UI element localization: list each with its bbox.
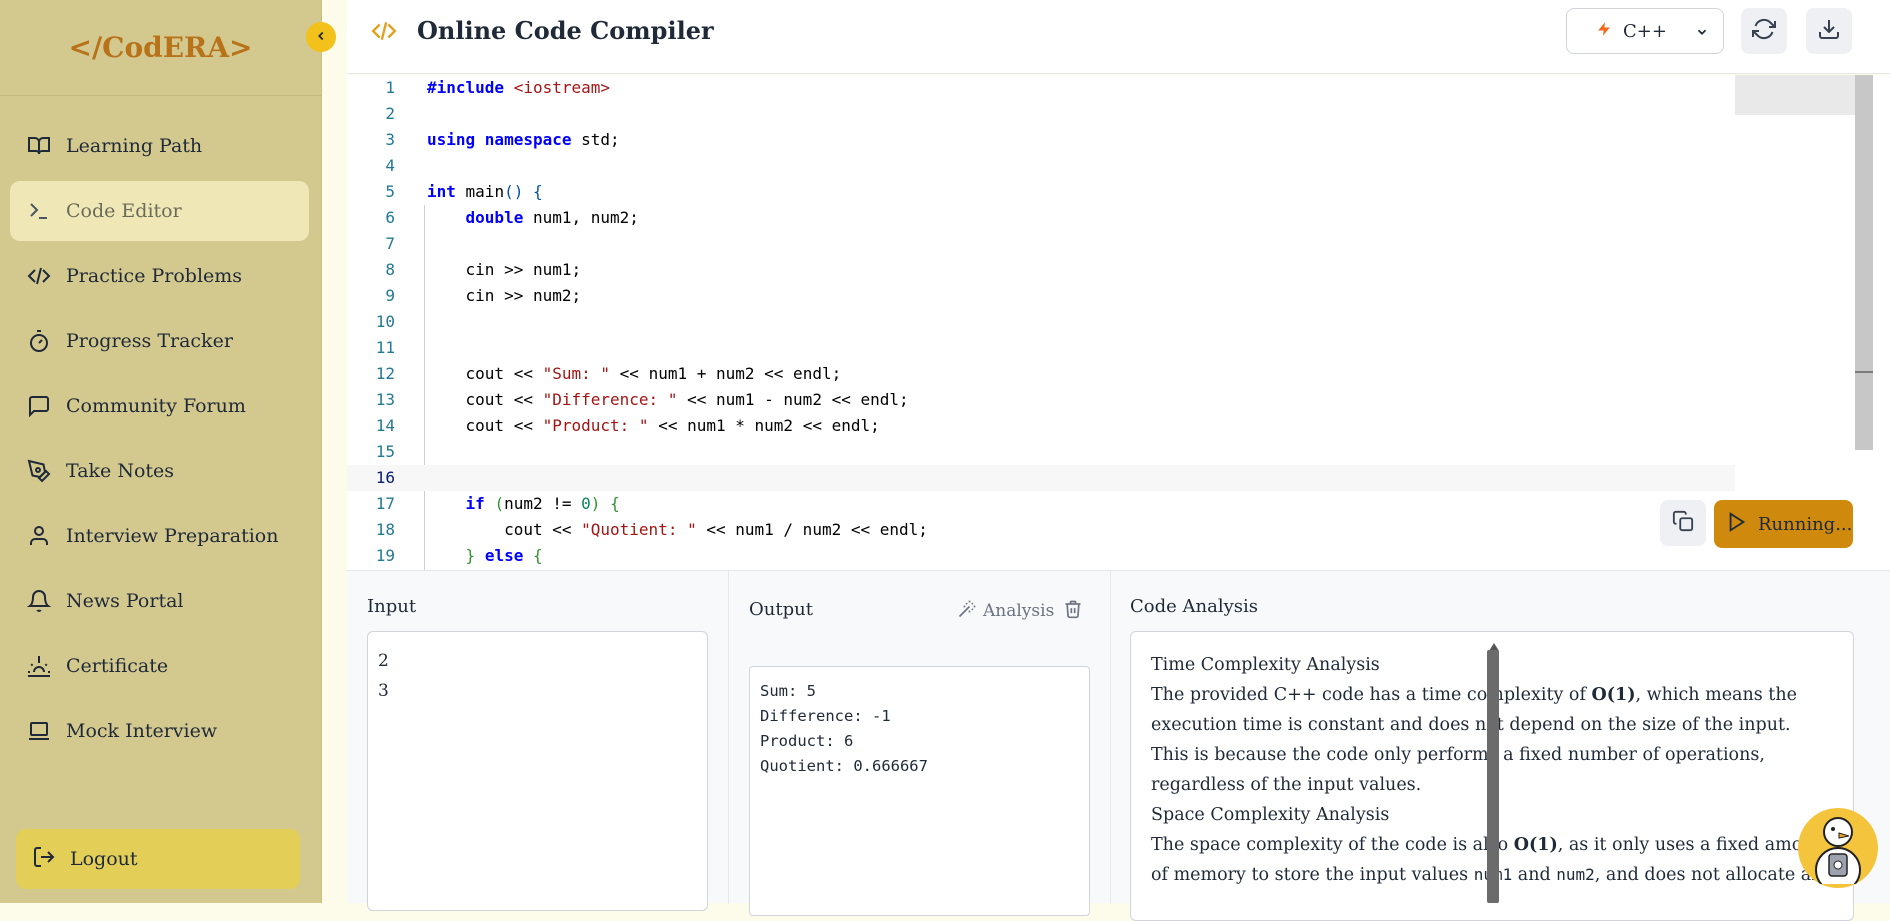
download-icon bbox=[1817, 17, 1841, 45]
sidebar-item-progress-tracker[interactable]: Progress Tracker bbox=[10, 311, 309, 371]
sidebar-item-news-portal[interactable]: News Portal bbox=[10, 571, 309, 631]
logout-label: Logout bbox=[70, 848, 138, 870]
refresh-icon bbox=[1752, 17, 1776, 45]
code-line[interactable]: 8 cin >> num1; bbox=[347, 257, 1735, 283]
bell-icon bbox=[26, 588, 52, 614]
output-panel-title: Output bbox=[749, 599, 813, 620]
log-out-icon bbox=[32, 845, 56, 873]
trash-icon bbox=[1063, 600, 1083, 624]
sidebar-item-practice-problems[interactable]: Practice Problems bbox=[10, 246, 309, 306]
code-line[interactable]: 14 cout << "Product: " << num1 * num2 <<… bbox=[347, 413, 1735, 439]
output-line: Difference: -1 bbox=[760, 707, 891, 725]
run-button-label: Running... bbox=[1758, 513, 1853, 535]
analysis-scrollbar[interactable] bbox=[1487, 650, 1499, 903]
language-select[interactable]: C++ bbox=[1566, 8, 1724, 54]
sidebar-item-learning-path[interactable]: Learning Path bbox=[10, 116, 309, 176]
panel-divider bbox=[728, 571, 729, 904]
collapse-sidebar-button[interactable] bbox=[306, 22, 336, 52]
timer-icon bbox=[26, 328, 52, 354]
play-icon bbox=[1726, 511, 1748, 537]
sidebar-item-label: Learning Path bbox=[66, 135, 203, 157]
sidebar-item-label: Interview Preparation bbox=[66, 525, 279, 547]
sidebar-item-label: Code Editor bbox=[66, 200, 182, 222]
message-square-icon bbox=[26, 393, 52, 419]
output-line: Sum: 5 bbox=[760, 682, 816, 700]
header: Online Code Compiler C++ bbox=[347, 0, 1890, 74]
sidebar-item-label: Progress Tracker bbox=[66, 330, 233, 352]
code-line[interactable]: 15 bbox=[347, 439, 1735, 465]
user-icon bbox=[26, 523, 52, 549]
code-line[interactable]: 18 cout << "Quotient: " << num1 / num2 <… bbox=[347, 517, 1735, 543]
sidebar-item-label: Take Notes bbox=[66, 460, 175, 482]
sidebar-item-label: Community Forum bbox=[66, 395, 246, 417]
chevron-left-icon bbox=[314, 28, 328, 47]
code-line[interactable]: 3 using namespace std; bbox=[347, 127, 1735, 153]
duck-mascot-icon bbox=[1803, 808, 1873, 888]
scrollbar-cursor-marker bbox=[1855, 371, 1873, 373]
logout-button[interactable]: Logout bbox=[16, 829, 300, 889]
assistant-mascot-button[interactable] bbox=[1798, 808, 1878, 888]
analysis-button-label: Analysis bbox=[983, 601, 1055, 621]
copy-code-button[interactable] bbox=[1660, 500, 1706, 546]
sidebar-item-code-editor[interactable]: Code Editor bbox=[10, 181, 309, 241]
io-panels: Input 2 3 Output Analysis Sum: 5 Differe… bbox=[347, 570, 1890, 921]
code-line[interactable]: 9 cin >> num2; bbox=[347, 283, 1735, 309]
reset-button[interactable] bbox=[1741, 8, 1787, 54]
code-icon bbox=[26, 263, 52, 289]
terminal-icon bbox=[26, 198, 52, 224]
brand-text: </CodERA> bbox=[68, 31, 253, 64]
code-line[interactable]: 12 cout << "Sum: " << num1 + num2 << end… bbox=[347, 361, 1735, 387]
output-line: Quotient: 0.666667 bbox=[760, 757, 928, 775]
sidebar-item-take-notes[interactable]: Take Notes bbox=[10, 441, 309, 501]
code-line[interactable]: 13 cout << "Difference: " << num1 - num2… bbox=[347, 387, 1735, 413]
code-line[interactable]: 7 bbox=[347, 231, 1735, 257]
editor-scrollbar[interactable] bbox=[1855, 75, 1873, 450]
code-line[interactable]: 11 bbox=[347, 335, 1735, 361]
code-analysis-title: Code Analysis bbox=[1130, 596, 1258, 617]
input-line: 2 bbox=[378, 651, 389, 671]
sunrise-icon bbox=[26, 653, 52, 679]
code-icon bbox=[369, 18, 399, 48]
sidebar-item-community-forum[interactable]: Community Forum bbox=[10, 376, 309, 436]
sidebar-item-certificate[interactable]: Certificate bbox=[10, 636, 309, 696]
language-value: C++ bbox=[1623, 20, 1667, 42]
input-line: 3 bbox=[378, 681, 389, 701]
output-box: Sum: 5 Difference: -1 Product: 6 Quotien… bbox=[749, 666, 1090, 916]
code-line[interactable]: 6 double num1, num2; bbox=[347, 205, 1735, 231]
sidebar-item-mock-interview[interactable]: Mock Interview bbox=[10, 701, 309, 761]
code-line[interactable]: 10 bbox=[347, 309, 1735, 335]
editor-minimap[interactable] bbox=[1735, 75, 1855, 115]
laptop-icon bbox=[26, 718, 52, 744]
sidebar-item-label: Practice Problems bbox=[66, 265, 243, 287]
book-open-icon bbox=[26, 133, 52, 159]
code-line-current[interactable]: 16 bbox=[347, 465, 1735, 491]
clear-output-button[interactable] bbox=[1063, 598, 1083, 624]
zap-icon bbox=[1597, 20, 1611, 42]
code-line[interactable]: 2 bbox=[347, 101, 1735, 127]
output-line: Product: 6 bbox=[760, 732, 854, 750]
chevron-down-icon bbox=[1695, 24, 1709, 43]
pen-tool-icon bbox=[26, 458, 52, 484]
page-title: Online Code Compiler bbox=[417, 16, 714, 45]
input-panel-title: Input bbox=[367, 596, 417, 617]
sidebar-item-label: Mock Interview bbox=[66, 720, 218, 742]
analysis-button[interactable]: Analysis bbox=[957, 599, 1054, 623]
sidebar: </CodERA> Learning Path Code Editor Prac… bbox=[0, 0, 322, 903]
input-textarea[interactable]: 2 3 bbox=[367, 631, 708, 911]
code-line[interactable]: 1 #include <iostream> bbox=[347, 75, 1735, 101]
download-button[interactable] bbox=[1806, 8, 1852, 54]
brand-logo[interactable]: </CodERA> bbox=[0, 0, 321, 96]
sidebar-item-interview-preparation[interactable]: Interview Preparation bbox=[10, 506, 309, 566]
sidebar-item-label: News Portal bbox=[66, 590, 184, 612]
code-line[interactable]: 5 int main() { bbox=[347, 179, 1735, 205]
code-line[interactable]: 17 if (num2 != 0) { bbox=[347, 491, 1735, 517]
code-editor[interactable]: 1 #include <iostream> 2 3 using namespace … bbox=[347, 75, 1890, 570]
code-line[interactable]: 4 bbox=[347, 153, 1735, 179]
wand-icon bbox=[957, 599, 977, 623]
panel-divider bbox=[1110, 571, 1111, 904]
run-button[interactable]: Running... bbox=[1714, 500, 1853, 548]
copy-icon bbox=[1672, 510, 1694, 536]
code-line[interactable]: 19 } else { bbox=[347, 543, 1735, 569]
sidebar-item-label: Certificate bbox=[66, 655, 169, 677]
